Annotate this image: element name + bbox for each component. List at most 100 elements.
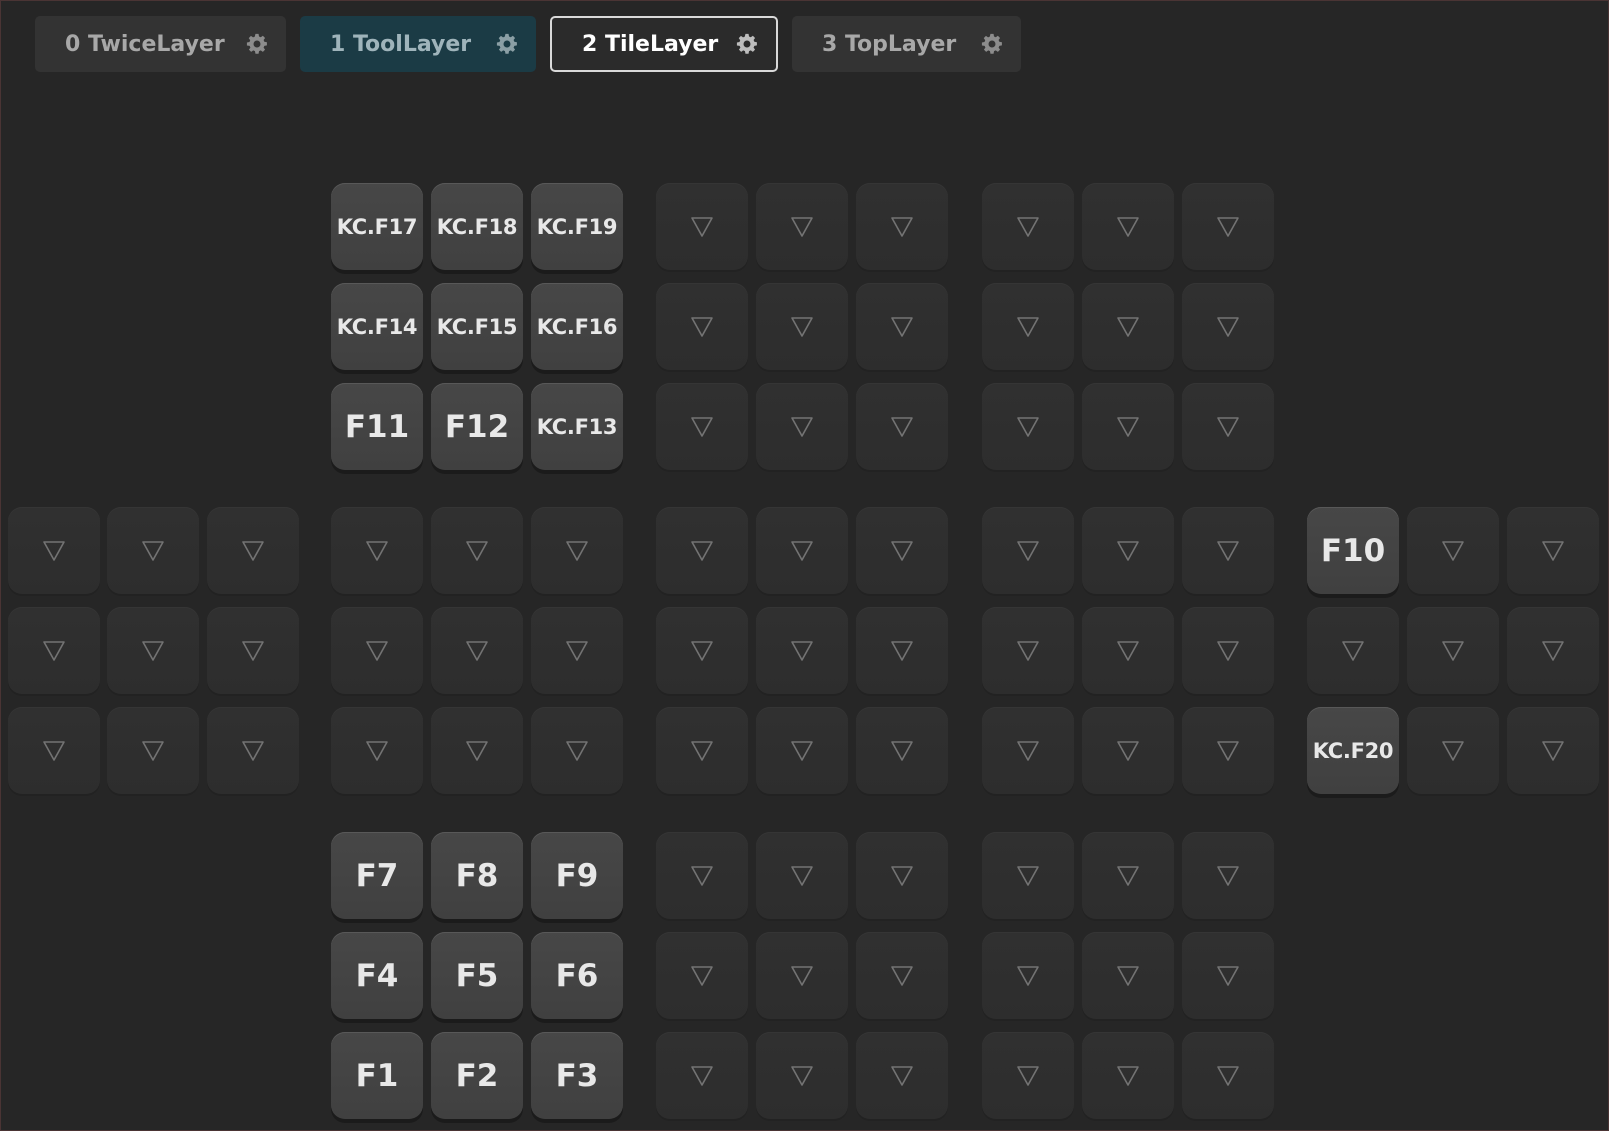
key-kc-f13[interactable]: KC.F13 [531,383,623,470]
empty-key[interactable] [1307,607,1399,694]
empty-key[interactable] [1182,183,1274,270]
empty-key[interactable] [756,707,848,794]
empty-key[interactable] [1082,507,1174,594]
empty-key[interactable] [756,283,848,370]
key-f12[interactable]: F12 [431,383,523,470]
empty-key[interactable] [207,707,299,794]
key-f11[interactable]: F11 [331,383,423,470]
empty-key[interactable] [1507,707,1599,794]
empty-key[interactable] [656,832,748,919]
empty-key[interactable] [856,607,948,694]
tab-tile-layer[interactable]: 2 TileLayer [550,16,778,72]
empty-key[interactable] [531,707,623,794]
empty-key[interactable] [756,383,848,470]
key-f6[interactable]: F6 [531,932,623,1019]
empty-key[interactable] [1082,183,1174,270]
empty-key[interactable] [431,507,523,594]
empty-key[interactable] [1407,607,1499,694]
empty-key[interactable] [1082,607,1174,694]
key-f9[interactable]: F9 [531,832,623,919]
empty-key[interactable] [656,283,748,370]
empty-key[interactable] [982,932,1074,1019]
empty-key[interactable] [982,507,1074,594]
empty-key[interactable] [1082,932,1174,1019]
empty-key[interactable] [107,507,199,594]
empty-key[interactable] [856,932,948,1019]
tab-top-layer[interactable]: 3 TopLayer [792,16,1021,72]
key-kc-f20[interactable]: KC.F20 [1307,707,1399,794]
tab-twice-layer[interactable]: 0 TwiceLayer [35,16,286,72]
empty-key[interactable] [531,507,623,594]
gear-icon[interactable] [981,33,1003,55]
key-kc-f16[interactable]: KC.F16 [531,283,623,370]
empty-key[interactable] [1507,507,1599,594]
key-kc-f15[interactable]: KC.F15 [431,283,523,370]
key-kc-f17[interactable]: KC.F17 [331,183,423,270]
empty-key[interactable] [656,707,748,794]
empty-key[interactable] [656,607,748,694]
empty-key[interactable] [1182,832,1274,919]
key-kc-f19[interactable]: KC.F19 [531,183,623,270]
empty-key[interactable] [1182,383,1274,470]
empty-key[interactable] [982,183,1074,270]
empty-key[interactable] [207,607,299,694]
empty-key[interactable] [656,507,748,594]
empty-key[interactable] [982,607,1074,694]
empty-key[interactable] [1182,707,1274,794]
empty-key[interactable] [982,283,1074,370]
empty-key[interactable] [1082,1032,1174,1119]
empty-key[interactable] [982,383,1074,470]
empty-key[interactable] [207,507,299,594]
empty-key[interactable] [856,283,948,370]
empty-key[interactable] [756,832,848,919]
empty-key[interactable] [8,707,100,794]
empty-key[interactable] [1182,507,1274,594]
key-f1[interactable]: F1 [331,1032,423,1119]
empty-key[interactable] [107,707,199,794]
empty-key[interactable] [1082,383,1174,470]
empty-key[interactable] [1407,707,1499,794]
empty-key[interactable] [756,607,848,694]
empty-key[interactable] [1082,707,1174,794]
empty-key[interactable] [756,1032,848,1119]
empty-key[interactable] [1182,283,1274,370]
tab-tool-layer[interactable]: 1 ToolLayer [300,16,536,72]
empty-key[interactable] [656,383,748,470]
key-f8[interactable]: F8 [431,832,523,919]
empty-key[interactable] [856,507,948,594]
key-f10[interactable]: F10 [1307,507,1399,594]
empty-key[interactable] [982,707,1074,794]
empty-key[interactable] [756,183,848,270]
gear-icon[interactable] [736,33,758,55]
empty-key[interactable] [331,607,423,694]
empty-key[interactable] [856,832,948,919]
empty-key[interactable] [1407,507,1499,594]
gear-icon[interactable] [246,33,268,55]
key-f7[interactable]: F7 [331,832,423,919]
key-f4[interactable]: F4 [331,932,423,1019]
empty-key[interactable] [1082,832,1174,919]
empty-key[interactable] [431,707,523,794]
empty-key[interactable] [1182,1032,1274,1119]
empty-key[interactable] [656,183,748,270]
empty-key[interactable] [1082,283,1174,370]
key-kc-f14[interactable]: KC.F14 [331,283,423,370]
empty-key[interactable] [982,832,1074,919]
key-f5[interactable]: F5 [431,932,523,1019]
empty-key[interactable] [531,607,623,694]
empty-key[interactable] [1182,607,1274,694]
empty-key[interactable] [431,607,523,694]
empty-key[interactable] [331,707,423,794]
empty-key[interactable] [656,932,748,1019]
empty-key[interactable] [656,1032,748,1119]
empty-key[interactable] [756,507,848,594]
empty-key[interactable] [856,183,948,270]
key-kc-f18[interactable]: KC.F18 [431,183,523,270]
empty-key[interactable] [331,507,423,594]
empty-key[interactable] [1507,607,1599,694]
empty-key[interactable] [856,383,948,470]
empty-key[interactable] [856,707,948,794]
empty-key[interactable] [8,607,100,694]
key-f3[interactable]: F3 [531,1032,623,1119]
empty-key[interactable] [8,507,100,594]
